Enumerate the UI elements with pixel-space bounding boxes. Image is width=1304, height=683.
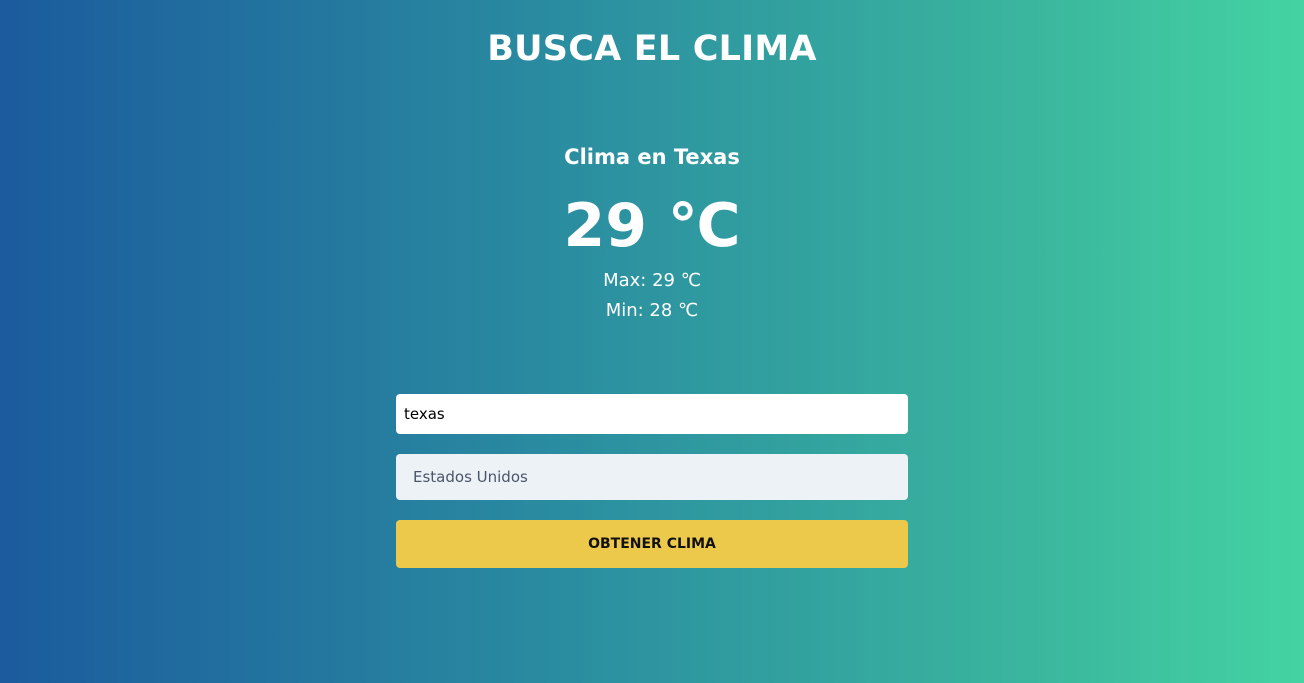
current-temperature: 29 ℃ <box>563 191 741 261</box>
temperature-range: Max: 29 ℃ Min: 28 ℃ <box>0 266 1304 326</box>
search-form: Estados Unidos OBTENER CLIMA <box>396 394 908 568</box>
weather-heading: Clima en Texas <box>564 145 740 169</box>
page: { "header": { "title": "BUSCA EL CLIMA" … <box>0 0 1304 683</box>
app-title: BUSCA EL CLIMA <box>487 29 817 69</box>
weather-result: Clima en Texas 29 ℃ Max: 29 ℃ Min: 28 ℃ <box>0 140 1304 326</box>
get-weather-button[interactable]: OBTENER CLIMA <box>396 520 908 568</box>
country-select[interactable]: Estados Unidos <box>396 454 908 500</box>
city-input[interactable] <box>396 394 908 434</box>
max-temperature: Max: 29 ℃ <box>603 270 701 291</box>
min-temperature: Min: 28 ℃ <box>605 300 699 321</box>
